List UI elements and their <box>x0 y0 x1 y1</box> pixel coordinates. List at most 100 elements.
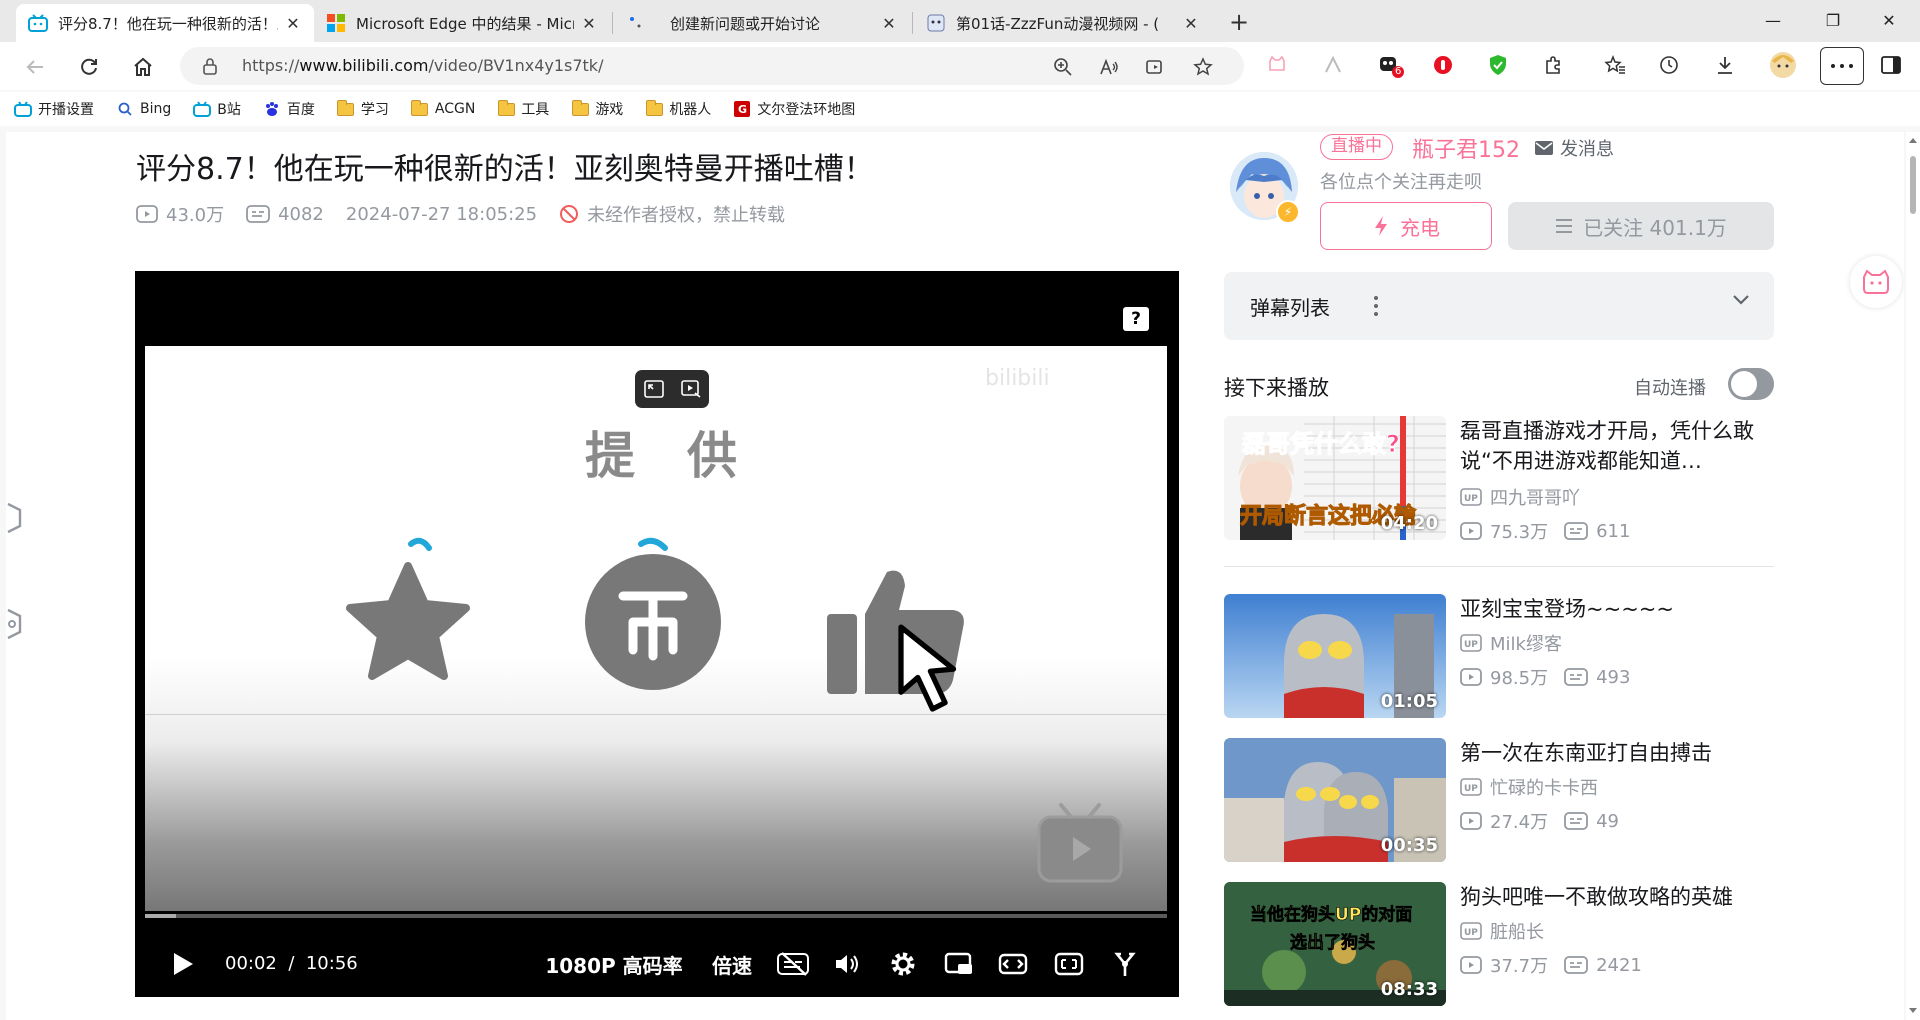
adblock-icon[interactable] <box>1428 50 1458 80</box>
address-bar[interactable]: https://www.bilibili.com/video/BV1nx4y1s… <box>180 47 1244 85</box>
mascot-float-button[interactable] <box>1850 256 1902 308</box>
tab-github-issue[interactable]: 创建新问题或开始讨论 ✕ <box>614 4 910 42</box>
tab-close-icon[interactable]: ✕ <box>580 14 598 33</box>
pip-button[interactable] <box>937 941 981 987</box>
history-icon[interactable] <box>1654 50 1684 80</box>
left-edge-share-icon[interactable] <box>6 500 24 536</box>
video-player[interactable]: ? bilibili 提供 00:02 / 10:56 1080P 高码率 倍速 <box>135 271 1179 997</box>
video-uploader[interactable]: UP Milk缪客 <box>1460 630 1562 656</box>
scroll-down-icon[interactable] <box>1909 1008 1917 1013</box>
bookmark-folder-acgn[interactable]: ACGN <box>411 99 475 117</box>
video-uploader[interactable]: UP 忙碌的卡卡西 <box>1460 774 1598 800</box>
tab-close-icon[interactable]: ✕ <box>284 14 302 33</box>
danmaku-count: 611 <box>1564 521 1630 542</box>
bookmark-elden-ring-map[interactable]: G 文尔登法环地图 <box>733 99 855 119</box>
extension-cat-icon[interactable] <box>1262 50 1292 80</box>
autoplay-toggle[interactable] <box>1728 368 1774 400</box>
favorite-star-icon[interactable] <box>1192 56 1214 78</box>
tab-bilibili-video[interactable]: 评分8.7！他在玩一种很新的活！亚 ✕ <box>16 4 314 42</box>
progress-bar[interactable] <box>145 914 1167 918</box>
read-aloud-icon[interactable] <box>1098 56 1120 78</box>
minimize-button[interactable]: — <box>1750 6 1796 36</box>
video-title[interactable]: 第一次在东南亚打自由搏击 <box>1460 738 1780 768</box>
tab-close-icon[interactable]: ✕ <box>1182 14 1200 33</box>
video-thumbnail[interactable]: 当他在狗头UP的对面 选出了狗头 08:33 <box>1224 882 1446 1006</box>
webfullscreen-button[interactable] <box>1047 941 1091 987</box>
time-display: 00:02 / 10:56 <box>225 953 358 974</box>
fullscreen-button[interactable] <box>1103 941 1147 987</box>
uploader-name[interactable]: 瓶子君152 <box>1412 132 1520 164</box>
kebab-menu-icon[interactable] <box>1374 296 1378 316</box>
extension-a-icon[interactable] <box>1318 50 1348 80</box>
page-scrollbar[interactable] <box>1906 132 1920 1020</box>
bookmark-bilibili[interactable]: B站 <box>193 99 241 119</box>
extensions-puzzle-icon[interactable] <box>1538 50 1568 80</box>
video-title[interactable]: 磊哥直播游戏才开局，凭什么敢说“不用进游戏都能知道… <box>1460 416 1780 476</box>
immersive-reader-icon[interactable] <box>1144 56 1166 78</box>
video-stats: 98.5万 493 <box>1460 664 1646 690</box>
downloads-icon[interactable] <box>1710 50 1740 80</box>
play-button[interactable] <box>163 941 203 987</box>
profile-avatar[interactable] <box>1766 48 1800 82</box>
bookmark-folder-study[interactable]: 学习 <box>337 99 389 119</box>
video-thumbnail[interactable]: 00:35 <box>1224 738 1446 862</box>
video-thumbnail[interactable]: 01:05 <box>1224 594 1446 718</box>
favorites-icon[interactable] <box>1600 50 1630 80</box>
chevron-down-icon[interactable] <box>1732 294 1750 306</box>
window-close-button[interactable]: ✕ <box>1866 6 1912 36</box>
video-title[interactable]: 亚刻宝宝登场~~~~~ <box>1460 594 1780 624</box>
bookmark-folder-robot[interactable]: 机器人 <box>645 99 711 119</box>
shield-icon[interactable] <box>1483 50 1513 80</box>
recommended-video[interactable]: 当他在狗头UP的对面 选出了狗头 08:33 狗头吧唯一不敢做攻略的英雄 UP … <box>1224 882 1774 1006</box>
subtitle-toggle[interactable] <box>771 941 815 987</box>
home-button[interactable] <box>126 50 160 84</box>
send-message-link[interactable]: 发消息 <box>1534 135 1614 161</box>
video-title[interactable]: 狗头吧唯一不敢做攻略的英雄 <box>1460 882 1780 912</box>
frame-capture-icon[interactable] <box>680 379 702 399</box>
live-badge[interactable]: 直播中 <box>1320 134 1393 160</box>
sidebar-toggle-icon[interactable] <box>1876 50 1906 80</box>
refresh-button[interactable] <box>72 50 106 84</box>
new-tab-button[interactable]: + <box>1224 8 1254 38</box>
bookmark-folder-games[interactable]: 游戏 <box>571 99 623 119</box>
tab-zzzfun[interactable]: 第01话-ZzzFun动漫视频网 - ( ✕ <box>914 4 1212 42</box>
settings-more-button[interactable] <box>1820 47 1864 85</box>
recommended-video[interactable]: 01:05 亚刻宝宝登场~~~~~ UP Milk缪客 98.5万 493 <box>1224 594 1774 718</box>
tab-edge-results[interactable]: Microsoft Edge 中的结果 - Micro ✕ <box>314 4 610 42</box>
settings-button[interactable] <box>881 941 925 987</box>
scrollbar-thumb[interactable] <box>1910 156 1916 214</box>
bookmark-live-settings[interactable]: 开播设置 <box>14 99 94 119</box>
restore-button[interactable]: ❐ <box>1810 6 1856 36</box>
charge-button[interactable]: 充电 <box>1320 202 1492 250</box>
recommended-video[interactable]: 磊哥凭什么敢? 开局断言这把必输 04:20 磊哥直播游戏才开局，凭什么敢说“不… <box>1224 416 1774 543</box>
bookmark-label: 机器人 <box>669 102 712 118</box>
bookmark-folder-tools[interactable]: 工具 <box>497 99 549 119</box>
picture-in-picture-icon[interactable] <box>643 379 665 399</box>
quality-button[interactable]: 1080P 高码率 <box>539 941 689 987</box>
danmaku-count-text: 2421 <box>1596 954 1642 976</box>
speed-button[interactable]: 倍速 <box>703 941 761 987</box>
widescreen-button[interactable] <box>991 941 1035 987</box>
volume-button[interactable] <box>825 941 869 987</box>
extension-badge-icon[interactable]: 6 <box>1374 50 1405 80</box>
help-icon[interactable]: ? <box>1123 307 1149 331</box>
zoom-icon[interactable] <box>1052 56 1074 78</box>
video-uploader[interactable]: UP 脏船长 <box>1460 918 1544 944</box>
bookmark-baidu[interactable]: 百度 <box>263 99 315 119</box>
bookmark-label: 开播设置 <box>38 102 94 118</box>
bookmark-bing[interactable]: Bing <box>116 101 171 117</box>
tab-title: 评分8.7！他在玩一种很新的活！亚 <box>58 14 278 33</box>
danmaku-list-panel[interactable]: 弹幕列表 <box>1224 272 1774 340</box>
follow-button[interactable]: 已关注 401.1万 <box>1508 202 1774 250</box>
video-frame[interactable]: bilibili 提供 <box>145 346 1167 911</box>
microsoft-icon <box>326 13 346 33</box>
left-edge-feedback-icon[interactable] <box>6 606 24 642</box>
video-thumbnail[interactable]: 磊哥凭什么敢? 开局断言这把必输 04:20 <box>1224 416 1446 540</box>
up-badge-icon: UP <box>1460 488 1482 506</box>
scroll-up-icon[interactable] <box>1909 138 1917 143</box>
video-uploader[interactable]: UP 四九哥哥吖 <box>1460 484 1580 510</box>
url-text[interactable]: https://www.bilibili.com/video/BV1nx4y1s… <box>242 56 603 75</box>
tab-close-icon[interactable]: ✕ <box>880 14 898 33</box>
recommended-video[interactable]: 00:35 第一次在东南亚打自由搏击 UP 忙碌的卡卡西 27.4万 49 <box>1224 738 1774 862</box>
back-button[interactable] <box>18 50 52 84</box>
